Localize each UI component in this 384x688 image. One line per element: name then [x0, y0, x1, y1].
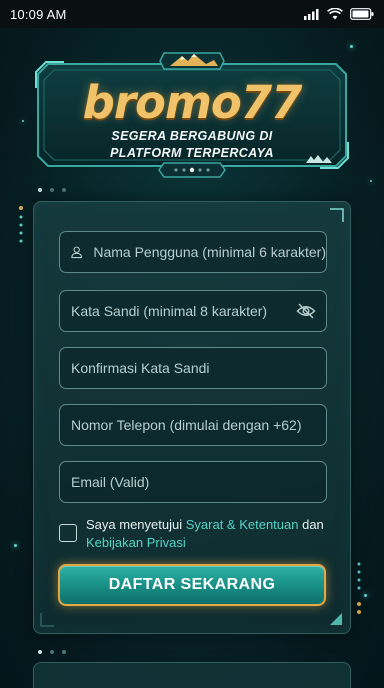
status-bar: 10:09 AM	[0, 0, 384, 28]
user-icon	[71, 246, 83, 259]
terms-agreement: Saya menyetujui Syarat & Ketentuan dan K…	[59, 516, 339, 552]
terms-link[interactable]: Syarat & Ketentuan	[186, 517, 299, 532]
glow-particle	[22, 120, 24, 122]
register-button[interactable]: DAFTAR SEKARANG	[58, 564, 326, 606]
wifi-icon	[327, 8, 343, 20]
battery-icon	[350, 8, 374, 20]
confirm-password-placeholder: Konfirmasi Kata Sandi	[71, 360, 210, 376]
username-input[interactable]: Nama Pengguna (minimal 6 karakter)	[59, 231, 327, 273]
dot	[38, 650, 42, 654]
tagline-line2: PLATFORM TERPERCAYA	[110, 146, 274, 160]
mountain-icon	[159, 52, 225, 70]
password-placeholder: Kata Sandi (minimal 8 karakter)	[71, 303, 268, 319]
dot	[62, 188, 66, 192]
brand-banner: bromo77 SEGERA BERGABUNG DI PLATFORM TER…	[34, 52, 350, 178]
glow-particle	[14, 544, 17, 547]
side-ornament-right	[357, 562, 361, 614]
email-input[interactable]: Email (Valid)	[59, 461, 327, 503]
email-placeholder: Email (Valid)	[71, 474, 150, 490]
username-placeholder: Nama Pengguna (minimal 6 karakter)	[93, 244, 326, 260]
next-section-card	[33, 662, 351, 688]
password-input[interactable]: Kata Sandi (minimal 8 karakter)	[59, 290, 327, 332]
glow-particle	[364, 594, 367, 597]
dot	[38, 188, 42, 192]
dot	[62, 650, 66, 654]
section-dots-bottom	[38, 650, 66, 654]
side-ornament-left	[19, 206, 23, 243]
phone-placeholder: Nomor Telepon (dimulai dengan +62)	[71, 417, 302, 433]
agree-prefix: Saya menyetujui	[86, 517, 186, 532]
dot	[50, 188, 54, 192]
signal-icon	[304, 9, 319, 20]
section-dots-top	[38, 188, 66, 192]
card-corner-ornament	[330, 613, 342, 625]
dot	[50, 650, 54, 654]
phone-input[interactable]: Nomor Telepon (dimulai dengan +62)	[59, 404, 327, 446]
glow-particle	[370, 180, 372, 182]
tagline-line1: SEGERA BERGABUNG DI	[111, 129, 273, 143]
agree-checkbox[interactable]	[59, 524, 77, 542]
status-time: 10:09 AM	[10, 6, 67, 22]
brand-logo: bromo77	[82, 76, 303, 129]
banner-pager-tab	[158, 162, 226, 178]
glow-particle	[350, 45, 353, 48]
confirm-password-input[interactable]: Konfirmasi Kata Sandi	[59, 347, 327, 389]
card-corner-ornament	[330, 208, 344, 222]
brand-tagline: SEGERA BERGABUNG DI PLATFORM TERPERCAYA	[34, 128, 350, 162]
registration-form: Nama Pengguna (minimal 6 karakter) Kata …	[33, 201, 351, 634]
mini-mountain-icon	[306, 155, 332, 163]
system-icons	[304, 8, 374, 20]
agree-mid: dan	[298, 517, 324, 532]
eye-off-icon[interactable]	[296, 302, 316, 320]
privacy-link[interactable]: Kebijakan Privasi	[86, 535, 186, 550]
agree-text: Saya menyetujui Syarat & Ketentuan dan K…	[86, 516, 324, 552]
card-corner-ornament	[40, 613, 54, 627]
